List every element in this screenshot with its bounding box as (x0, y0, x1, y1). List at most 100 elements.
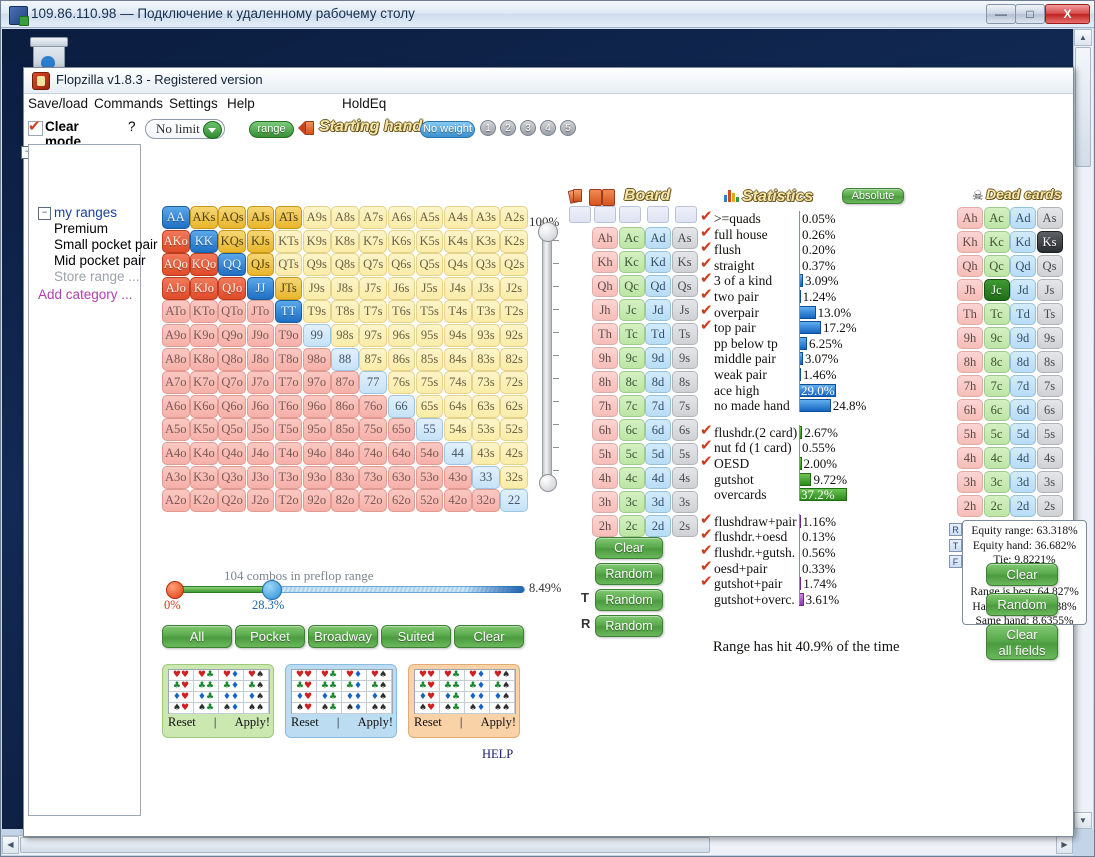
board-card-2c[interactable]: 2c (618, 515, 645, 537)
board-card-2s[interactable]: 2s (671, 515, 698, 537)
hand-cell-83s[interactable]: 83s (472, 347, 500, 371)
hand-cell-86s[interactable]: 86s (387, 347, 416, 371)
hand-cell-74s[interactable]: 74s (444, 371, 472, 395)
dead-card-Jh[interactable]: Jh (957, 279, 983, 301)
hand-cell-AJo[interactable]: AJo (162, 276, 190, 300)
board-card-Jh[interactable]: Jh (592, 299, 618, 321)
board-card-2h[interactable]: 2h (592, 515, 618, 537)
board-card-Ac[interactable]: Ac (618, 227, 645, 249)
hand-cell-32o[interactable]: 32o (472, 489, 500, 513)
menu-commands[interactable]: Commands (94, 96, 163, 111)
suit-cell-2-2[interactable]: ♦♦ (342, 692, 367, 703)
board-card-6h[interactable]: 6h (592, 419, 618, 441)
suit-cell-2-2[interactable]: ♦♦ (465, 692, 490, 703)
board-card-Kd[interactable]: Kd (645, 251, 671, 273)
dead-card-5h[interactable]: 5h (957, 423, 983, 445)
board-card-8d[interactable]: 8d (645, 371, 671, 393)
hand-cell-96s[interactable]: 96s (387, 324, 416, 347)
clear-mode-checkbox-icon[interactable] (28, 117, 43, 136)
dead-card-7c[interactable]: 7c (983, 375, 1010, 397)
hand-cell-97s[interactable]: 97s (359, 324, 387, 347)
dead-card-Qc[interactable]: Qc (983, 255, 1010, 277)
hand-cell-A9o[interactable]: A9o (162, 324, 190, 347)
menu-help[interactable]: Help (227, 96, 255, 111)
clear-all-fields-button[interactable]: Clear all fields (986, 624, 1058, 660)
hand-cell-T2s[interactable]: T2s (500, 300, 528, 324)
range-button-pocket[interactable]: Pocket (235, 625, 305, 648)
suit-reset-button[interactable]: Reset (414, 715, 442, 730)
dead-card-6d[interactable]: 6d (1010, 399, 1036, 421)
dead-card-8d[interactable]: 8d (1010, 351, 1036, 373)
hand-cell-T3s[interactable]: T3s (472, 300, 500, 324)
board-card-8h[interactable]: 8h (592, 371, 618, 393)
board-slot-2[interactable] (594, 206, 616, 223)
dead-card-3s[interactable]: 3s (1036, 471, 1063, 493)
hand-cell-99[interactable]: 99 (303, 324, 331, 347)
board-clear-button[interactable]: Clear (595, 537, 663, 559)
hand-cell-AJs[interactable]: AJs (246, 206, 275, 229)
board-card-7s[interactable]: 7s (671, 395, 698, 417)
scroll-right-icon[interactable]: ▶ (1056, 836, 1073, 854)
suit-grid[interactable]: ♥♥ ♥♣ ♥♦ ♥♠ ♣♥ ♣♣ ♣♦ ♣♠ ♦♥ ♦♣ ♦♦ ♦♠ ♠♥ ♠♣ ♠♦ ♠♠ (168, 669, 270, 714)
hand-cell-T7o[interactable]: T7o (274, 371, 303, 395)
dead-card-Kc[interactable]: Kc (983, 231, 1010, 253)
hand-cell-A3s[interactable]: A3s (472, 206, 500, 229)
dead-card-Td[interactable]: Td (1010, 303, 1036, 325)
dead-card-7d[interactable]: 7d (1010, 375, 1036, 397)
dead-card-6s[interactable]: 6s (1036, 399, 1063, 421)
hand-cell-65s[interactable]: 65s (415, 394, 444, 418)
suit-apply-button[interactable]: Apply! (481, 715, 516, 730)
suit-cell-3-3[interactable]: ♠♠ (367, 703, 392, 714)
board-card-4s[interactable]: 4s (671, 467, 698, 489)
suit-cell-1-0[interactable]: ♣♥ (292, 681, 317, 692)
hand-cell-87o[interactable]: 87o (331, 371, 359, 395)
board-card-5h[interactable]: 5h (592, 443, 618, 465)
dead-card-2s[interactable]: 2s (1036, 495, 1063, 517)
board-card-As[interactable]: As (671, 227, 698, 249)
hand-cell-A2s[interactable]: A2s (500, 206, 528, 229)
hand-cell-KTs[interactable]: KTs (274, 229, 303, 253)
dead-card-7s[interactable]: 7s (1036, 375, 1063, 397)
hand-cell-K3o[interactable]: K3o (190, 465, 218, 489)
hand-cell-76o[interactable]: 76o (359, 394, 387, 418)
suit-cell-1-3[interactable]: ♣♠ (367, 681, 392, 692)
weight-button-3[interactable]: 3 (520, 120, 536, 136)
hand-cell-A6s[interactable]: A6s (387, 206, 416, 229)
hand-cell-74o[interactable]: 74o (359, 442, 387, 465)
hand-cell-A7o[interactable]: A7o (162, 371, 190, 395)
dead-card-2c[interactable]: 2c (983, 495, 1010, 517)
hand-cell-JTo[interactable]: JTo (246, 300, 275, 324)
suit-apply-button[interactable]: Apply! (235, 715, 270, 730)
range-button-broadway[interactable]: Broadway (308, 625, 378, 648)
hand-cell-98o[interactable]: 98o (303, 347, 331, 371)
dead-card-8h[interactable]: 8h (957, 351, 983, 373)
minimize-button[interactable]: — (986, 4, 1016, 24)
board-card-3h[interactable]: 3h (592, 491, 618, 513)
tree-item-store-range[interactable]: Store range ... (54, 269, 140, 284)
hand-cell-AKs[interactable]: AKs (190, 206, 218, 229)
suit-cell-2-3[interactable]: ♦♠ (490, 692, 515, 703)
hand-cell-76s[interactable]: 76s (387, 371, 416, 395)
suit-cell-2-3[interactable]: ♦♠ (367, 692, 392, 703)
menu-holdeq[interactable]: HoldEq (342, 96, 386, 111)
suit-cell-0-2[interactable]: ♥♦ (465, 670, 490, 681)
hand-cell-K5s[interactable]: K5s (415, 229, 444, 253)
hand-cell-A6o[interactable]: A6o (162, 394, 190, 418)
hand-cell-J7s[interactable]: J7s (359, 276, 387, 300)
dead-card-Qd[interactable]: Qd (1010, 255, 1036, 277)
range-horizontal-slider[interactable] (166, 580, 526, 600)
board-card-5d[interactable]: 5d (645, 443, 671, 465)
hand-cell-72s[interactable]: 72s (500, 371, 528, 395)
hand-cell-K9s[interactable]: K9s (303, 229, 331, 253)
hand-cell-T9o[interactable]: T9o (274, 324, 303, 347)
dead-card-9c[interactable]: 9c (983, 327, 1010, 349)
dead-card-7h[interactable]: 7h (957, 375, 983, 397)
suit-cell-1-1[interactable]: ♣♣ (440, 681, 465, 692)
board-card-Tc[interactable]: Tc (618, 323, 645, 345)
hand-cell-A5o[interactable]: A5o (162, 418, 190, 442)
hand-cell-42o[interactable]: 42o (444, 489, 472, 513)
suit-cell-2-0[interactable]: ♦♥ (169, 692, 194, 703)
hand-cell-77[interactable]: 77 (359, 371, 387, 395)
board-card-4d[interactable]: 4d (645, 467, 671, 489)
dead-card-9h[interactable]: 9h (957, 327, 983, 349)
